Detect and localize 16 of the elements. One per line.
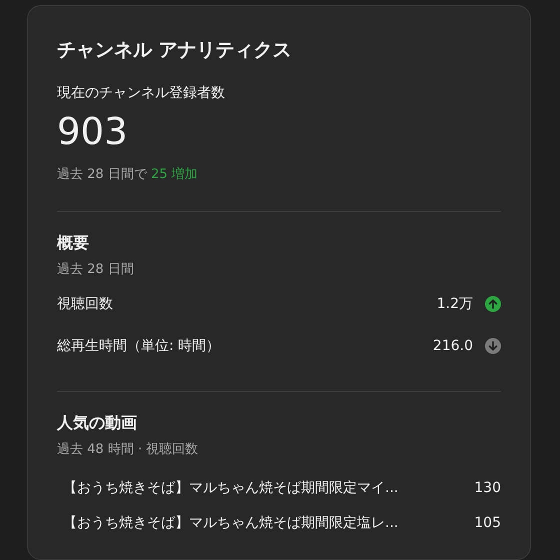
- view-count: 105: [474, 515, 501, 531]
- period-label: 過去 28 日間: [57, 261, 135, 279]
- video-title[interactable]: 【おうち焼きそば】マルちゃん焼そば期間限定塩レ...: [63, 514, 462, 532]
- metric-label: 総再生時間（単位: 時間）: [57, 337, 222, 355]
- section-heading: 人気の動画: [57, 412, 138, 434]
- subscriber-change: 過去 28 日間で 25 増加: [57, 166, 199, 184]
- view-count: 130: [474, 480, 501, 496]
- subscriber-count: 903: [57, 109, 129, 155]
- metric-value: 1.2万: [436, 295, 473, 313]
- metric-label: 視聴回数: [57, 295, 114, 313]
- subscriber-label: 現在のチャンネル登録者数: [57, 84, 226, 103]
- metric-value: 216.0: [432, 338, 473, 354]
- section-heading: 概要: [57, 232, 90, 254]
- period-label: 過去 48 時間 · 視聴回数: [57, 441, 200, 459]
- video-title[interactable]: 【おうち焼きそば】マルちゃん焼そば期間限定マイ...: [63, 479, 462, 497]
- card-title: チャンネル アナリティクス: [57, 38, 293, 63]
